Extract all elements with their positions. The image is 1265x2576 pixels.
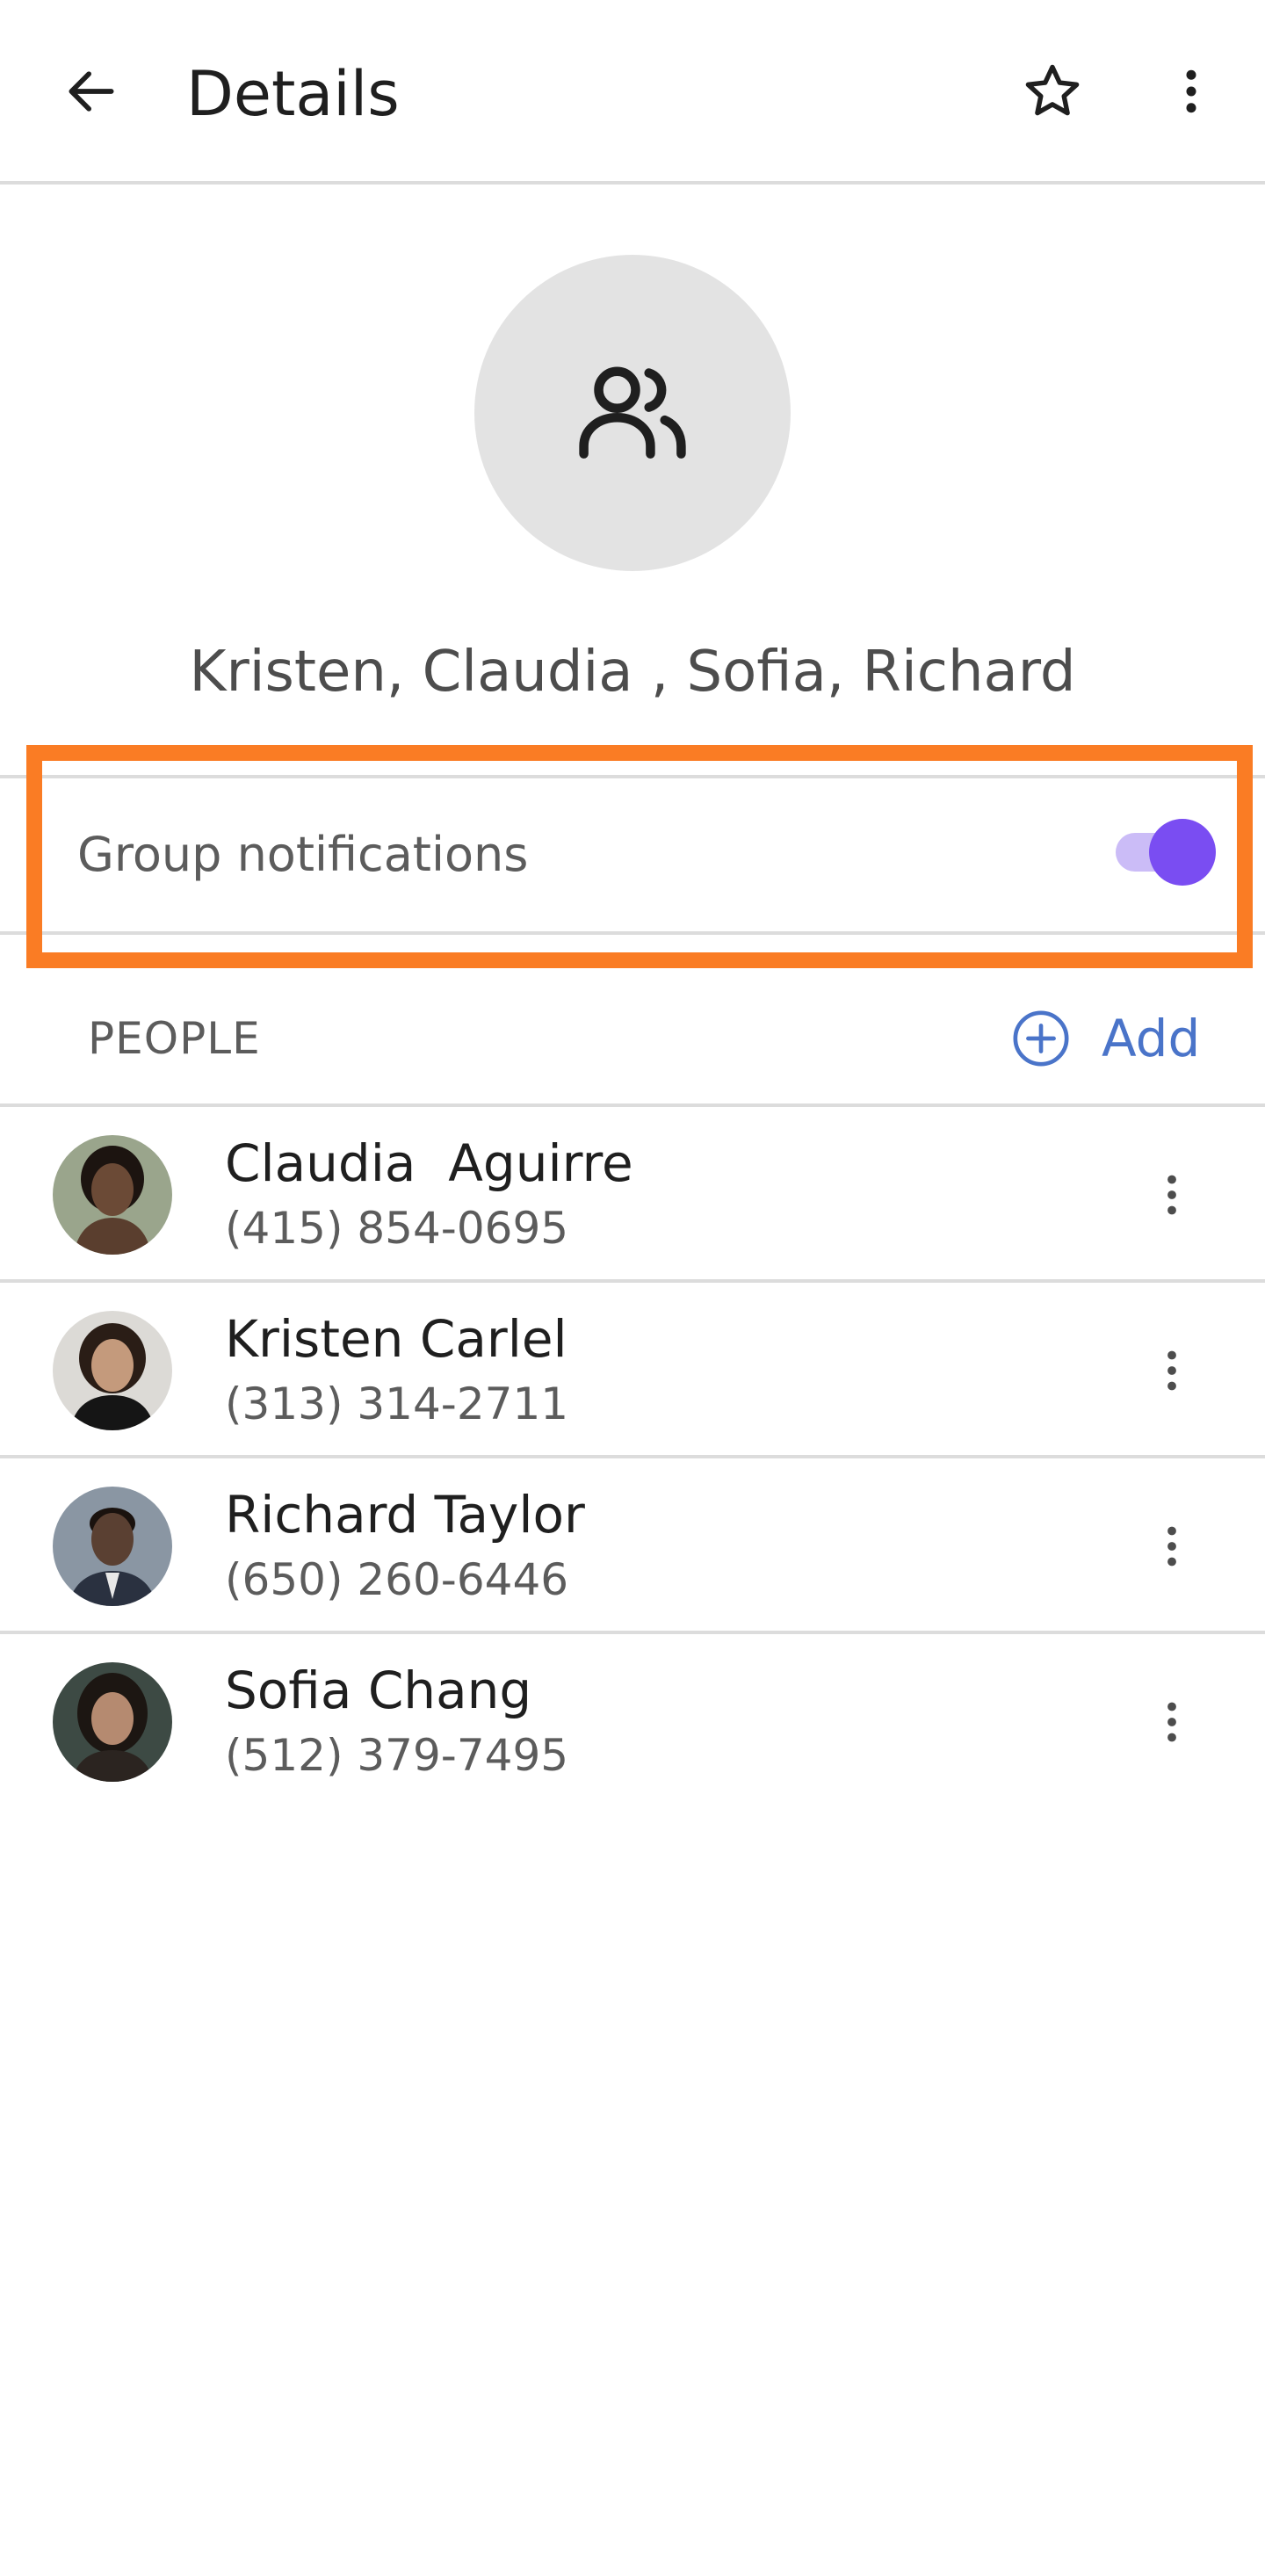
- overflow-menu-button[interactable]: [1146, 46, 1237, 137]
- group-notifications-toggle[interactable]: [1109, 815, 1219, 886]
- page-title: Details: [186, 58, 400, 130]
- group-notifications-label: Group notifications: [77, 827, 529, 882]
- more-vertical-icon: [1167, 1175, 1176, 1215]
- people-label: PEOPLE: [88, 1013, 261, 1064]
- contact-options-button[interactable]: [1130, 1680, 1214, 1764]
- back-button[interactable]: [46, 46, 137, 137]
- contact-options-button[interactable]: [1130, 1153, 1214, 1237]
- contact-row[interactable]: Richard Taylor (650) 260-6446: [0, 1458, 1265, 1634]
- app-bar: Details: [0, 0, 1265, 185]
- contact-phone: (415) 854-0695: [225, 1203, 569, 1254]
- contact-row[interactable]: Sofia Chang (512) 379-7495: [0, 1634, 1265, 1810]
- plus-circle-icon: [1010, 1008, 1072, 1069]
- contact-row[interactable]: Claudia Aguirre (415) 854-0695: [0, 1107, 1265, 1283]
- avatar: [53, 1662, 172, 1782]
- toggle-thumb: [1149, 819, 1216, 886]
- avatar: [53, 1487, 172, 1606]
- star-outline-icon: [1025, 64, 1080, 116]
- contact-name: Claudia Aguirre: [225, 1133, 633, 1193]
- more-vertical-icon: [1186, 69, 1196, 113]
- group-name: Kristen, Claudia , Sofia, Richard: [189, 640, 1076, 705]
- contact-phone: (650) 260-6446: [225, 1554, 569, 1605]
- avatar: [53, 1311, 172, 1430]
- contact-name: Richard Taylor: [225, 1485, 585, 1545]
- avatar: [53, 1135, 172, 1255]
- contact-row[interactable]: Kristen Carlel (313) 314-2711: [0, 1283, 1265, 1458]
- people-section-header: PEOPLE Add: [0, 970, 1265, 1107]
- group-avatar: [474, 255, 791, 571]
- contact-phone: (512) 379-7495: [225, 1730, 569, 1781]
- contact-phone: (313) 314-2711: [225, 1378, 569, 1429]
- contact-options-button[interactable]: [1130, 1328, 1214, 1413]
- add-label: Add: [1102, 1009, 1201, 1068]
- arrow-left-icon: [69, 71, 114, 112]
- add-person-button[interactable]: Add: [1010, 995, 1200, 1082]
- more-vertical-icon: [1167, 1702, 1176, 1742]
- more-vertical-icon: [1167, 1350, 1176, 1391]
- contact-options-button[interactable]: [1130, 1504, 1214, 1588]
- group-people-icon: [579, 366, 686, 459]
- favorite-button[interactable]: [1007, 46, 1098, 137]
- contact-name: Sofia Chang: [225, 1661, 532, 1720]
- group-notifications-row[interactable]: Group notifications: [0, 775, 1265, 935]
- contact-name: Kristen Carlel: [225, 1309, 567, 1369]
- contact-list: Claudia Aguirre (415) 854-0695 Kristen C…: [0, 1107, 1265, 1810]
- more-vertical-icon: [1167, 1526, 1176, 1567]
